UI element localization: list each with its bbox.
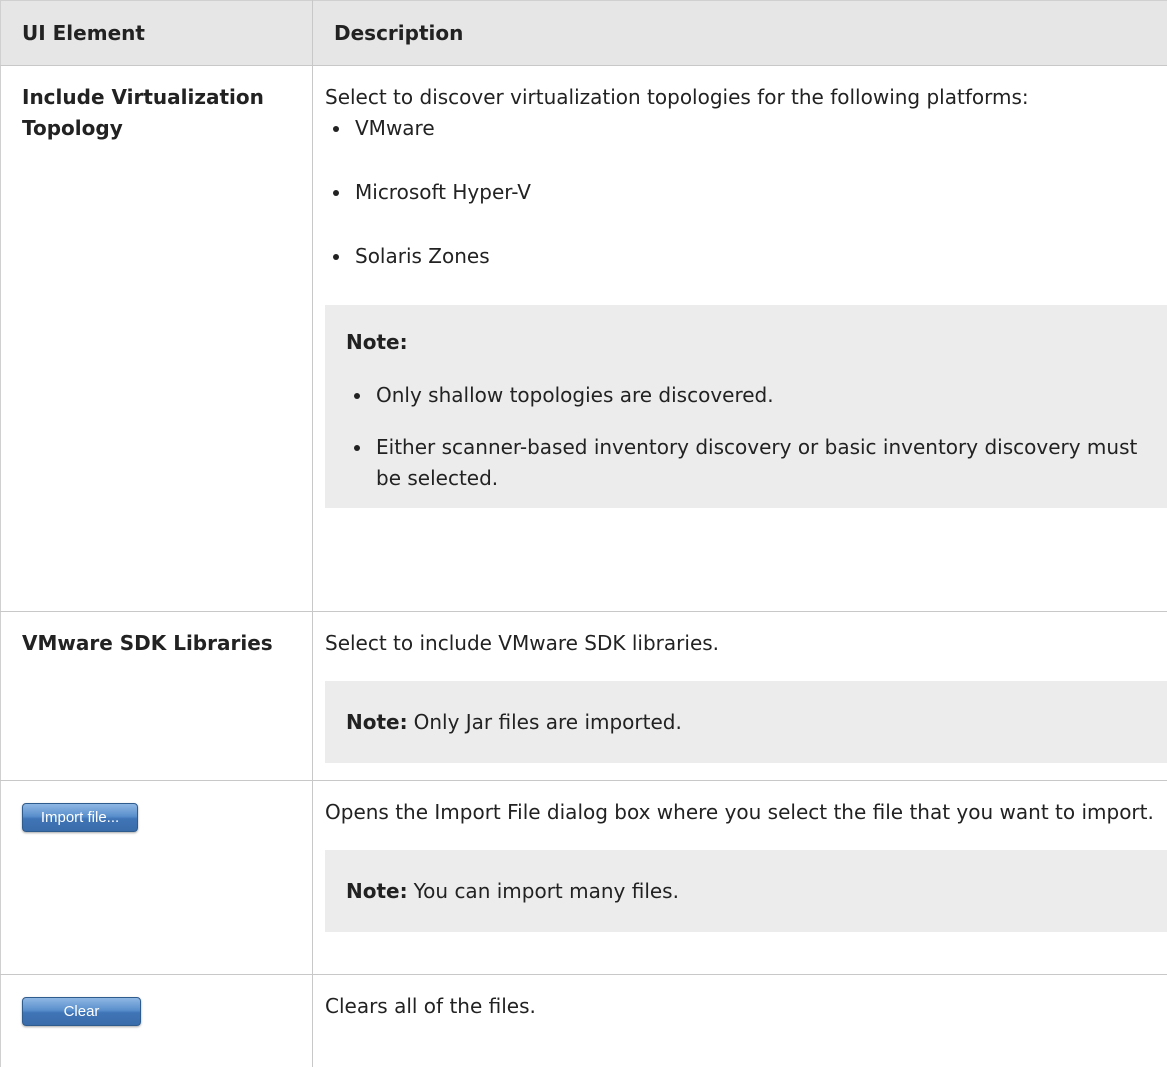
description-cell: Clears all of the files. xyxy=(312,974,1167,1067)
platform-list: VMware Microsoft Hyper-V Solaris Zones xyxy=(325,113,1167,272)
element-name: Include Virtualization Topology xyxy=(22,85,264,140)
note-text: Only Jar files are imported. xyxy=(413,710,682,734)
list-item: Either scanner-based inventory discovery… xyxy=(346,432,1147,494)
note-box: Note: You can import many files. xyxy=(325,850,1167,932)
note-text: You can import many files. xyxy=(413,879,679,903)
import-file-button[interactable]: Import file... xyxy=(22,803,138,832)
description-cell: Opens the Import File dialog box where y… xyxy=(312,780,1167,975)
table-row: Clear Clears all of the files. xyxy=(0,974,1167,1067)
list-item: Only shallow topologies are discovered. xyxy=(346,380,1147,411)
note-box: Note: Only Jar files are imported. xyxy=(325,681,1167,763)
table-header-row: UI Element Description xyxy=(0,0,1167,66)
description-text: Select to discover virtualization topolo… xyxy=(325,85,1029,109)
table-row: VMware SDK Libraries Select to include V… xyxy=(0,611,1167,781)
description-text: Clears all of the files. xyxy=(325,994,536,1018)
element-cell: Clear xyxy=(0,974,313,1067)
description-cell: Select to discover virtualization topolo… xyxy=(312,65,1167,612)
list-item: Solaris Zones xyxy=(325,241,1167,272)
header-ui-element: UI Element xyxy=(0,0,313,66)
header-description: Description xyxy=(312,0,1167,66)
note-label: Note: xyxy=(346,710,408,734)
list-item: Microsoft Hyper-V xyxy=(325,177,1167,208)
description-text: Opens the Import File dialog box where y… xyxy=(325,800,1154,824)
description-text: Select to include VMware SDK libraries. xyxy=(325,631,720,655)
note-list: Only shallow topologies are discovered. … xyxy=(346,380,1147,494)
note-box: Note: Only shallow topologies are discov… xyxy=(325,305,1167,508)
element-cell: Include Virtualization Topology xyxy=(0,65,313,612)
description-cell: Select to include VMware SDK libraries. … xyxy=(312,611,1167,781)
element-cell: Import file... xyxy=(0,780,313,975)
element-cell: VMware SDK Libraries xyxy=(0,611,313,781)
table-row: Import file... Opens the Import File dia… xyxy=(0,780,1167,975)
note-label: Note: xyxy=(346,879,408,903)
element-name: VMware SDK Libraries xyxy=(22,631,273,655)
table-row: Include Virtualization Topology Select t… xyxy=(0,65,1167,612)
ui-element-table: UI Element Description Include Virtualiz… xyxy=(0,0,1167,1067)
note-label: Note: xyxy=(346,330,408,354)
list-item: VMware xyxy=(325,113,1167,144)
clear-button[interactable]: Clear xyxy=(22,997,141,1026)
